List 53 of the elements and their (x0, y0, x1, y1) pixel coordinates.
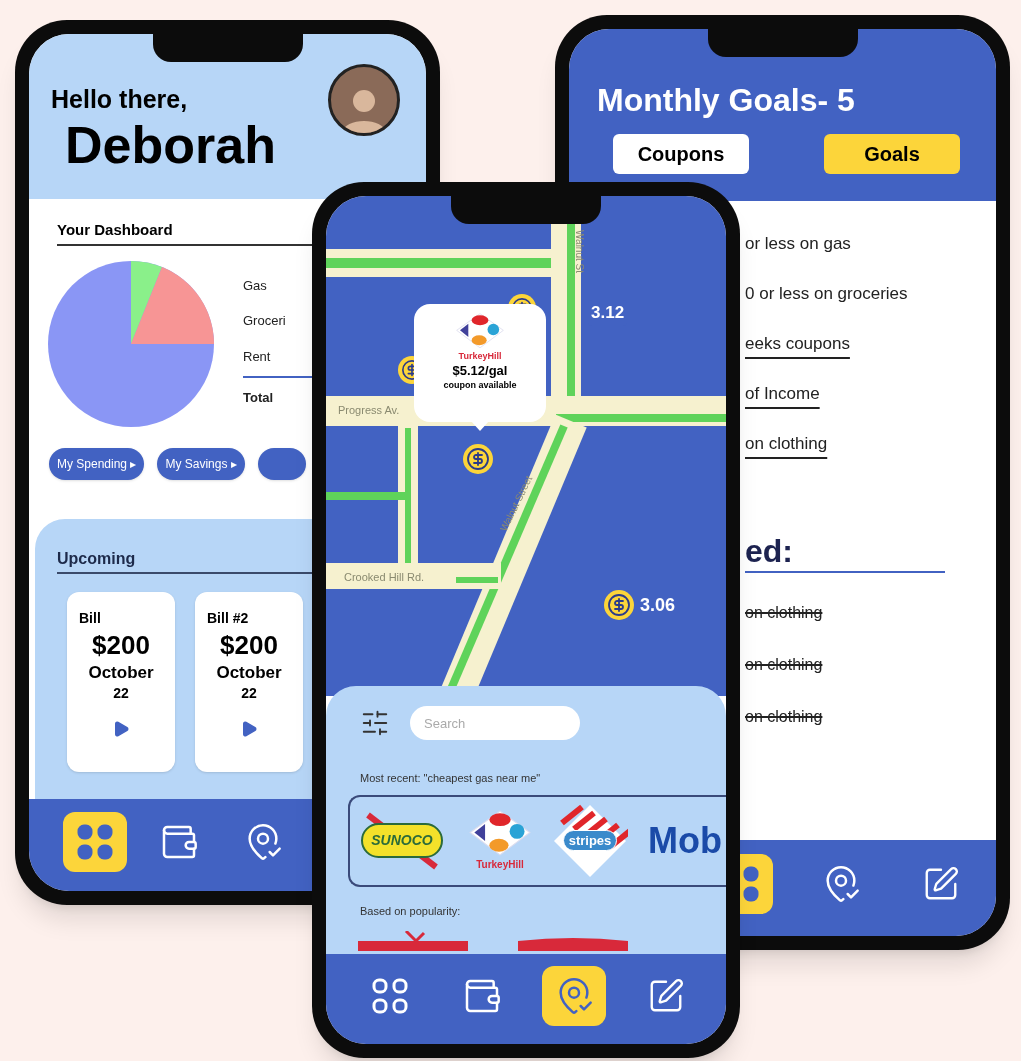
street-label: Crooked Hill Rd. (344, 570, 425, 585)
mobil-logo: Mob (648, 822, 722, 859)
goal-item: of Income (745, 383, 820, 405)
grid-icon (370, 976, 410, 1016)
bill-month: October (88, 661, 154, 683)
greeting-text: Hello there, (51, 84, 189, 115)
spending-button[interactable]: My Spending ▸ (49, 447, 145, 480)
tab[interactable]: Coupons (613, 134, 749, 174)
goal-item: 0 or less on groceries (745, 283, 908, 305)
popup-pointer-icon (471, 421, 489, 431)
section-title: ed: (745, 531, 945, 573)
popup-price: $5.12/gal (452, 363, 508, 380)
bill-amount: $200 (220, 629, 278, 662)
bill-amount: $200 (92, 629, 150, 662)
turkeyhill-logo-icon (455, 312, 505, 350)
turkeyhill-logo-text: TurkeyHill (476, 858, 524, 872)
pill-button[interactable] (257, 447, 306, 480)
bill-label: Bill #2 (207, 609, 250, 628)
popup-note: coupon available (443, 379, 517, 393)
goal-item: eeks coupons (745, 333, 850, 355)
page-title: Monthly Goals- 5 (597, 84, 856, 116)
achieved-goal-item: on clothing (745, 655, 823, 675)
street-label: Progress Av. (338, 403, 400, 418)
search-field[interactable]: Search (410, 706, 580, 740)
section-caption: Based on popularity: (360, 903, 462, 919)
legend-label: Rent (243, 347, 272, 366)
turkeyhill-logo-icon (468, 809, 532, 857)
street-label: Walnut St (573, 230, 586, 273)
bill-day: 22 (241, 682, 257, 704)
play-icon (240, 719, 258, 738)
achieved-goal-item: on clothing (745, 603, 823, 623)
filter-icon[interactable] (360, 708, 390, 738)
tab[interactable]: Goals (824, 134, 960, 174)
price-label: 3.06 (640, 593, 676, 617)
bill-card[interactable]: Bill #2 $200 October 22 (195, 592, 303, 772)
section-caption: Most recent: "cheapest gas near me" (360, 771, 542, 786)
legend-label: Groceri (243, 312, 287, 330)
grid-icon (75, 822, 115, 862)
coin-icon[interactable] (463, 444, 493, 474)
legend-label: Gas (243, 276, 268, 295)
goal-item: or less on gas (745, 233, 851, 255)
sunoco-logo: SUNOCO (361, 823, 443, 858)
bill-day: 22 (113, 682, 129, 704)
goal-item: on clothing (745, 433, 828, 455)
bill-label: Bill (79, 609, 102, 628)
coin-icon[interactable] (604, 590, 634, 620)
achieved-goal-item: on clothing (745, 707, 823, 727)
popup-brand: TurkeyHill (458, 349, 502, 363)
bill-card[interactable]: Bill $200 October 22 (67, 592, 175, 772)
bill-month: October (216, 661, 282, 683)
user-name: Deborah (65, 119, 276, 172)
spending-button[interactable]: My Savings ▸ (157, 447, 245, 480)
play-icon (112, 719, 130, 738)
